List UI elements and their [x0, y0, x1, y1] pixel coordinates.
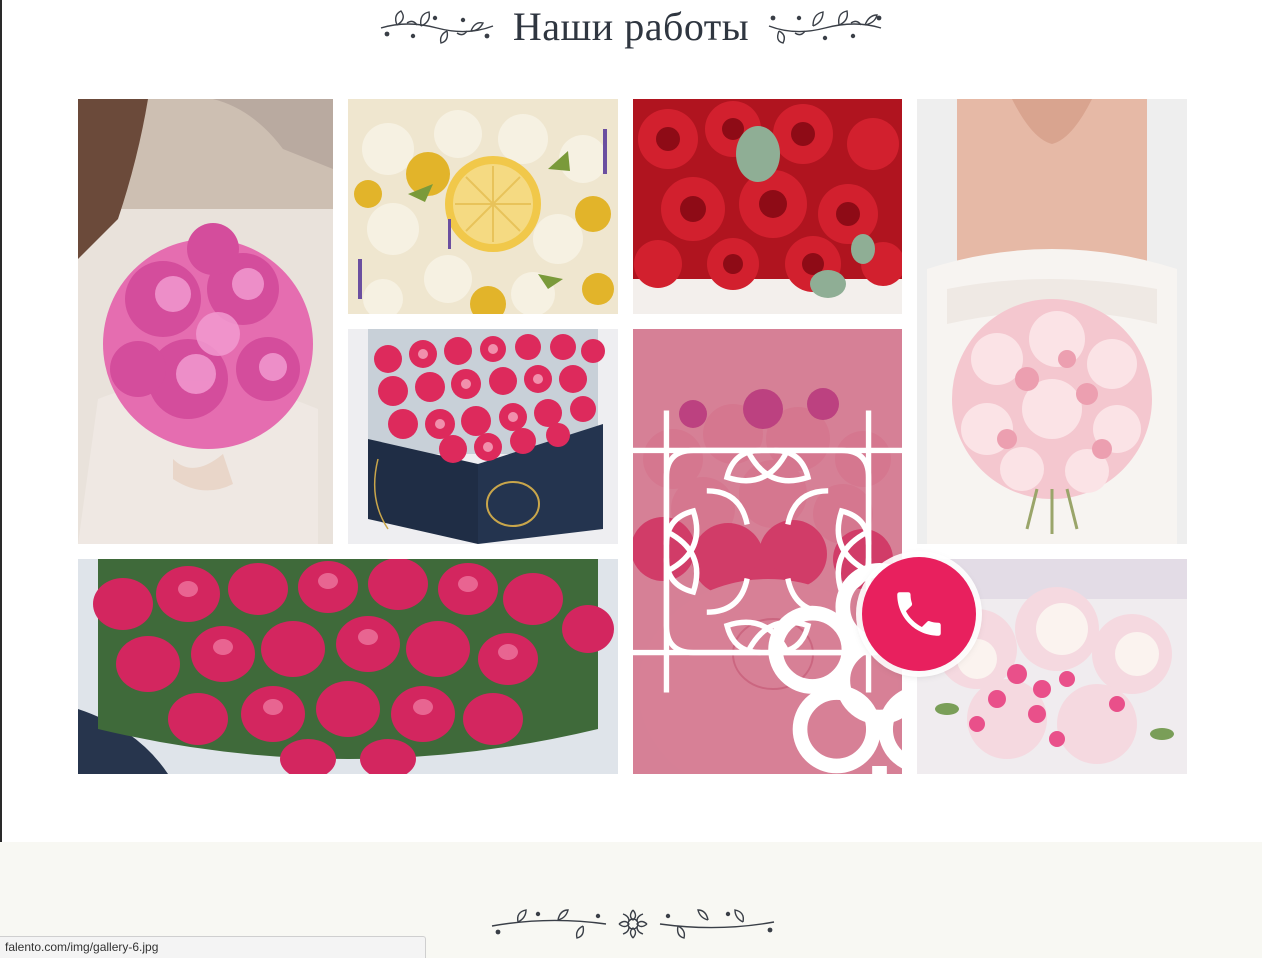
gallery-item-pink-peony-bouquet[interactable] [78, 99, 333, 544]
gallery-item-red-rose-arrangement[interactable] [633, 99, 902, 314]
gallery-item-pink-tulips[interactable] [78, 559, 618, 774]
lemon-rose-image [348, 99, 618, 314]
section-header: Наши работы [0, 0, 1262, 52]
window-edge [0, 0, 2, 958]
pink-tulips-image [78, 559, 618, 774]
gallery-item-lemon-rose-arrangement[interactable] [348, 99, 618, 314]
floral-divider-ornament [491, 909, 775, 939]
browser-status-bar: falento.com/img/gallery-6.jpg [0, 936, 426, 958]
phone-icon [897, 592, 941, 636]
floral-ornament-left [380, 10, 494, 44]
rose-box-image [348, 329, 618, 544]
gallery-item-flower-box-hovered[interactable] [633, 329, 902, 774]
bride-bouquet-image [917, 99, 1187, 544]
red-rose-image [633, 99, 902, 314]
pink-peony-image [78, 99, 333, 544]
floral-ornament-right [768, 10, 882, 44]
call-button[interactable] [862, 557, 976, 671]
gallery-item-bride-pink-bouquet[interactable] [917, 99, 1187, 544]
gallery-item-rose-hatbox[interactable] [348, 329, 618, 544]
section-title: Наши работы [512, 3, 750, 49]
